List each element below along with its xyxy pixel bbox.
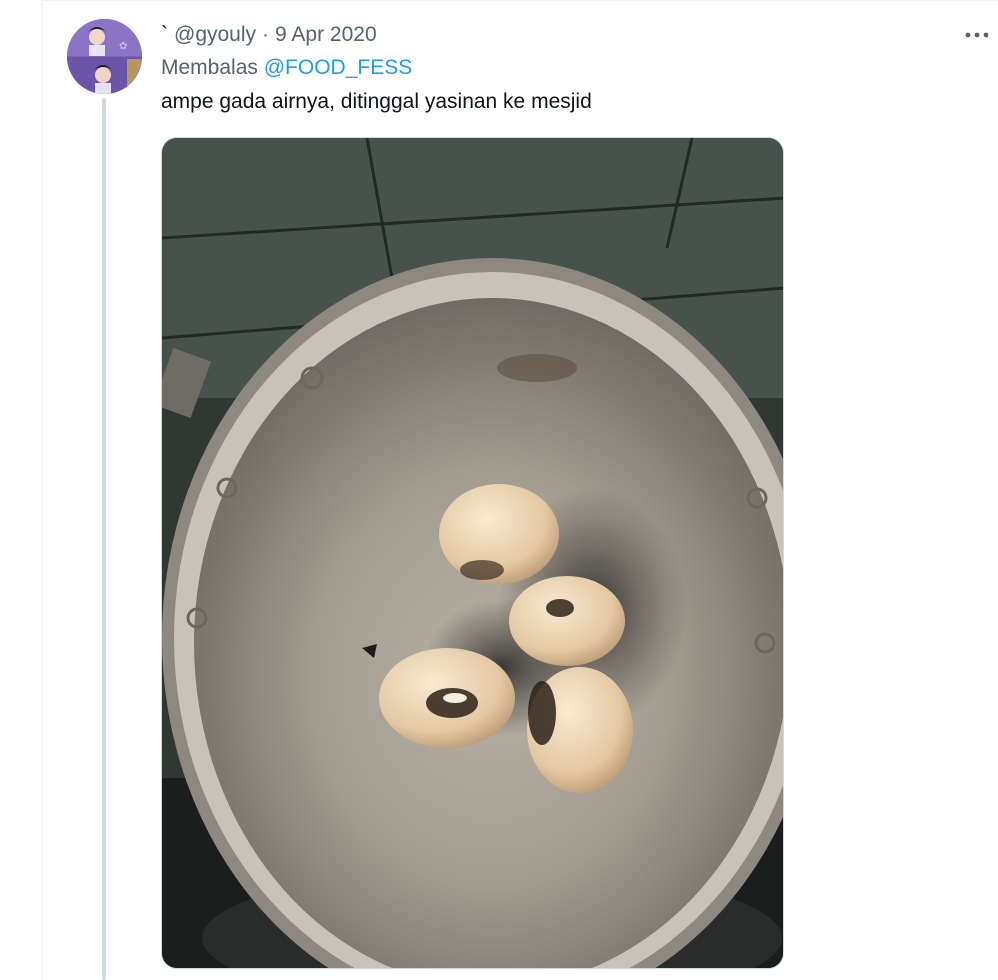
tweet-text: ampe gada airnya, ditinggal yasinan ke m… [161, 90, 592, 113]
timeline-left-border [42, 0, 43, 980]
reply-prefix: Membalas [161, 56, 258, 79]
tweet-date[interactable]: 9 Apr 2020 [275, 23, 377, 47]
more-options-button[interactable] [960, 22, 994, 48]
user-handle[interactable]: @gyouly [174, 23, 256, 47]
timeline-top-border [42, 0, 998, 1]
tweet-header: ` @gyouly · 9 Apr 2020 [161, 21, 377, 49]
pot-with-burnt-eggs-image [162, 138, 783, 968]
avatar[interactable]: ✿ [67, 19, 142, 94]
more-horizontal-icon [965, 32, 989, 38]
header-separator: · [262, 23, 270, 46]
avatar-image: ✿ [67, 19, 142, 94]
replying-to: Membalas @FOOD_FESS [161, 56, 412, 80]
reply-handle-link[interactable]: @FOOD_FESS [264, 56, 413, 79]
display-name[interactable]: ` [161, 23, 168, 47]
tweet-photo[interactable] [161, 137, 784, 969]
thread-connector-line [102, 98, 106, 980]
svg-text:✿: ✿ [119, 41, 127, 52]
